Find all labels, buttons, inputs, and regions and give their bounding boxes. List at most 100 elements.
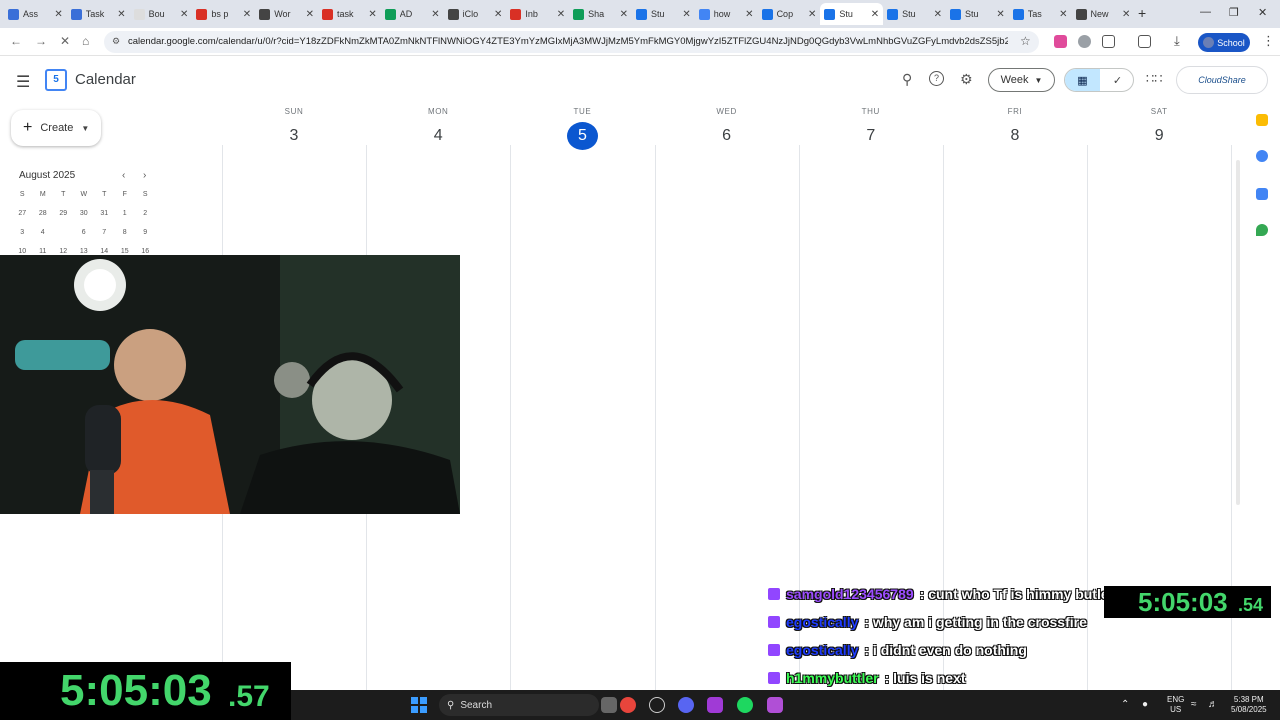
create-button[interactable]: + Create ▼: [11, 110, 101, 146]
tab-close-icon[interactable]: ✕: [117, 9, 125, 20]
tab-close-icon[interactable]: ✕: [494, 9, 502, 20]
browser-tab[interactable]: New ✕: [1072, 3, 1135, 25]
tasks-icon[interactable]: [1256, 150, 1268, 162]
app-icon[interactable]: [649, 697, 665, 713]
profile-chip[interactable]: School: [1198, 33, 1250, 52]
day-number[interactable]: 5: [566, 122, 598, 150]
obs-icon[interactable]: [767, 697, 783, 713]
mini-calendar-day[interactable]: 31: [94, 205, 115, 223]
windows-start-icon[interactable]: [411, 697, 427, 713]
tab-close-icon[interactable]: ✕: [682, 9, 690, 20]
close-window-icon[interactable]: ✕: [1258, 6, 1267, 19]
day-column-header[interactable]: THU 7: [799, 107, 943, 149]
mini-calendar-day[interactable]: 5: [53, 224, 74, 242]
spotify-icon[interactable]: [737, 697, 753, 713]
wifi-icon[interactable]: ≈: [1191, 699, 1197, 710]
browser-tab[interactable]: bs p ✕: [192, 3, 255, 25]
minimize-icon[interactable]: —: [1200, 6, 1211, 18]
tab-close-icon[interactable]: ✕: [996, 9, 1004, 20]
browser-tab[interactable]: Ass ✕: [4, 3, 67, 25]
stop-icon[interactable]: ✕: [60, 34, 70, 48]
mini-calendar-day[interactable]: 2: [135, 205, 156, 223]
tab-close-icon[interactable]: ✕: [54, 9, 62, 20]
extension-icon[interactable]: [1078, 35, 1091, 48]
previous-month-icon[interactable]: ‹: [122, 170, 125, 181]
mini-calendar-day[interactable]: 30: [74, 205, 95, 223]
day-number[interactable]: 9: [1087, 123, 1231, 149]
browser-tab[interactable]: Cop ✕: [758, 3, 821, 25]
home-icon[interactable]: ⌂: [82, 34, 89, 48]
volume-icon[interactable]: ♬: [1208, 699, 1218, 710]
google-apps-icon[interactable]: ∷∷: [1146, 71, 1163, 87]
day-column-header[interactable]: TUE 5: [510, 107, 654, 150]
view-selector[interactable]: Week ▼: [988, 68, 1055, 92]
mini-calendar-day[interactable]: 7: [94, 224, 115, 242]
calendar-logo-icon[interactable]: 5: [45, 69, 67, 91]
browser-tab[interactable]: Task ✕: [67, 3, 130, 25]
browser-tab[interactable]: Stu ✕: [946, 3, 1009, 25]
mini-calendar-day[interactable]: 8: [115, 224, 136, 242]
tab-close-icon[interactable]: ✕: [557, 9, 565, 20]
day-number[interactable]: 6: [655, 123, 799, 149]
browser-tab[interactable]: iClo ✕: [444, 3, 507, 25]
browser-tab[interactable]: AD ✕: [381, 3, 444, 25]
contacts-icon[interactable]: [1256, 188, 1268, 200]
browser-tab[interactable]: Tas ✕: [1009, 3, 1072, 25]
day-column-header[interactable]: SUN 3: [222, 107, 366, 149]
tab-close-icon[interactable]: ✕: [745, 9, 753, 20]
day-number[interactable]: 3: [222, 123, 366, 149]
browser-tab[interactable]: Stu ✕: [883, 3, 946, 25]
day-column-header[interactable]: WED 6: [655, 107, 799, 149]
browser-tab[interactable]: Wor ✕: [255, 3, 318, 25]
mini-calendar-day[interactable]: 27: [12, 205, 33, 223]
mini-calendar-day[interactable]: 1: [115, 205, 136, 223]
taskbar-search[interactable]: ⚲ Search: [439, 694, 599, 716]
taskbar-clock[interactable]: 5:38 PM 5/08/2025: [1231, 695, 1267, 715]
address-bar[interactable]: ⚙ calendar.google.com/calendar/u/0/r?cid…: [104, 31, 1039, 53]
calendar-view-icon[interactable]: ▦: [1065, 69, 1100, 91]
app-title[interactable]: Calendar: [75, 71, 136, 88]
tab-close-icon[interactable]: ✕: [934, 9, 942, 20]
mini-calendar-day[interactable]: 29: [53, 205, 74, 223]
tasks-view-icon[interactable]: ✓: [1100, 69, 1133, 91]
help-icon[interactable]: ?: [929, 71, 944, 86]
extensions-puzzle-icon[interactable]: [1102, 35, 1115, 48]
tab-close-icon[interactable]: ✕: [306, 9, 314, 20]
discord-icon[interactable]: [678, 697, 694, 713]
next-month-icon[interactable]: ›: [143, 170, 146, 181]
maps-icon[interactable]: [1256, 224, 1268, 236]
tab-close-icon[interactable]: ✕: [1122, 9, 1130, 20]
bookmark-star-icon[interactable]: ☆: [1020, 34, 1031, 48]
mini-calendar-day[interactable]: 3: [12, 224, 33, 242]
language-indicator[interactable]: ENG US: [1167, 695, 1184, 715]
tab-close-icon[interactable]: ✕: [243, 9, 251, 20]
tray-chevron-up-icon[interactable]: ⌃: [1121, 699, 1129, 710]
forward-icon[interactable]: →: [35, 34, 47, 48]
day-number[interactable]: 7: [799, 123, 943, 149]
site-info-icon[interactable]: ⚙: [112, 36, 120, 47]
browser-tab[interactable]: Stu ✕: [820, 3, 884, 25]
day-column-header[interactable]: SAT 9: [1087, 107, 1231, 149]
mini-calendar-day[interactable]: 28: [33, 205, 54, 223]
microphone-icon[interactable]: ●: [1142, 699, 1148, 710]
keep-icon[interactable]: [1256, 114, 1268, 126]
cast-icon[interactable]: [1138, 35, 1151, 48]
search-icon[interactable]: ⚲: [902, 71, 912, 88]
browser-tab[interactable]: Bou ✕: [130, 3, 193, 25]
settings-gear-icon[interactable]: ⚙: [960, 71, 973, 88]
download-icon[interactable]: ⤓: [1174, 33, 1180, 49]
day-number[interactable]: 8: [943, 123, 1087, 149]
tab-close-icon[interactable]: ✕: [1059, 9, 1067, 20]
tab-close-icon[interactable]: ✕: [431, 9, 439, 20]
grid-scrollbar[interactable]: [1236, 160, 1240, 505]
extension-icon[interactable]: [1054, 35, 1067, 48]
app-icon[interactable]: [707, 697, 723, 713]
tab-close-icon[interactable]: ✕: [180, 9, 188, 20]
tab-close-icon[interactable]: ✕: [620, 9, 628, 20]
browser-tab[interactable]: Stu ✕: [632, 3, 695, 25]
browser-tab[interactable]: Inb ✕: [506, 3, 569, 25]
browser-tab[interactable]: how ✕: [695, 3, 758, 25]
tab-close-icon[interactable]: ✕: [368, 9, 376, 20]
mini-calendar-day[interactable]: 4: [33, 224, 54, 242]
organization-logo[interactable]: CloudShare: [1176, 66, 1268, 94]
